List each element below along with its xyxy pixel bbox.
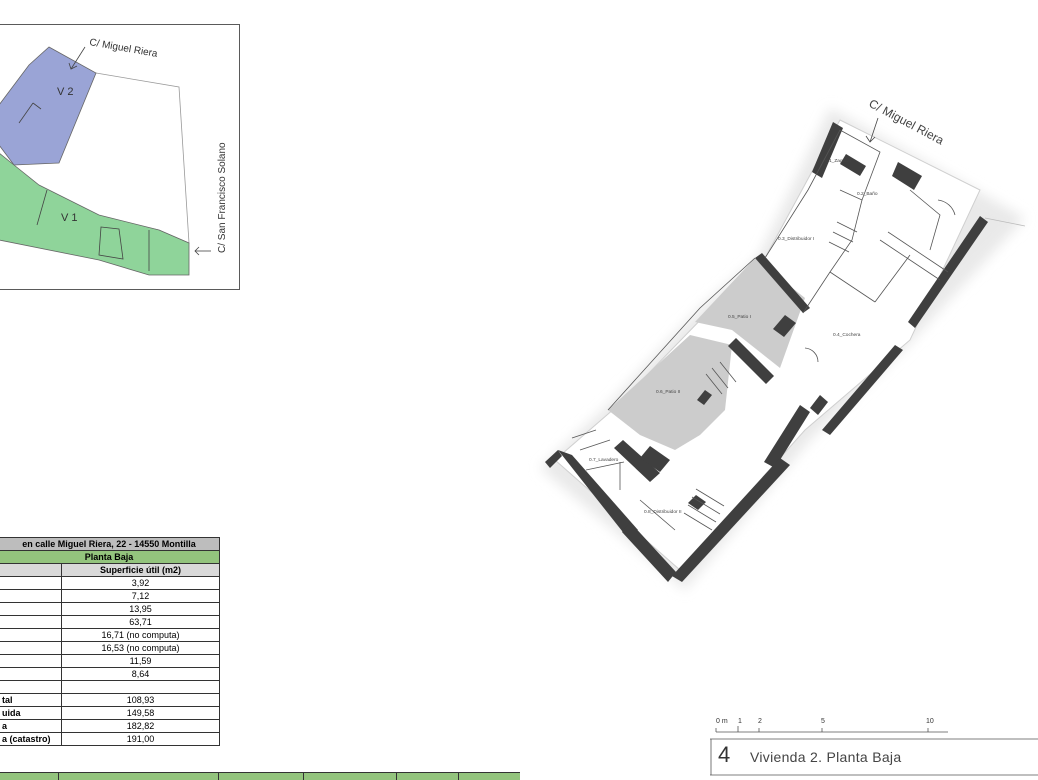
table-row: 8,64 [0,667,220,681]
table-subtitle: Planta Baja [0,550,220,564]
table-row: 11,59 [0,654,220,668]
unit-v1-label: V 1 [61,212,78,224]
room-label-lavadero: 0.7_Lavadero [589,457,619,463]
room-label-bano: 0.2_Baño [857,191,878,197]
table-row [0,680,220,694]
title-block: 4 Vivienda 2. Planta Baja [710,738,1038,776]
floor-plan-drawing: C/ Miguel Riera 0.1_Zaguán 0.2_Baño 0.3_… [540,96,1026,590]
scale-bar: 0 m 1 2 5 10 [712,718,952,738]
room-label-patio-1: 0.5_Patio I [728,314,751,320]
floor-plan: C/ Miguel Riera 0.1_Zaguán 0.2_Baño 0.3_… [500,90,1038,610]
table-row: 16,71 (no computa) [0,628,220,642]
room-label-zaguan: 0.1_Zaguán [825,158,851,164]
table-header-blank [0,563,62,577]
scale-ruler [715,726,948,733]
table-row: tal 108,93 [0,693,220,707]
area-table: en calle Miguel Riera, 22 - 14550 Montil… [0,537,220,746]
room-label-cochera: 0.4_Cochera [833,332,861,338]
room-label-distribuidor-1: 0.3_Distribuidor I [778,236,814,242]
drawing-number: 4 [718,742,731,767]
street-label-side: C/ San Francisco Solano [217,142,228,253]
table-row: a (catastro) 191,00 [0,732,220,746]
drawing-title: Vivienda 2. Planta Baja [750,749,902,765]
street-label-top: C/ Miguel Riera [88,37,158,60]
site-plan: C/ Miguel Riera C/ San Francisco Solano … [0,24,240,290]
room-label-patio-2: 0.6_Patio II [656,389,680,395]
table-row: uida 149,58 [0,706,220,720]
table-row: 3,92 [0,576,220,590]
room-label-distribuidor-2: 0.8_Distribuidor II [644,509,682,515]
site-plan-drawing: C/ Miguel Riera C/ San Francisco Solano … [0,37,228,276]
table-row: 7,12 [0,589,220,603]
table-row: 16,53 (no computa) [0,641,220,655]
table-row: 63,71 [0,615,220,629]
table-row: a 182,82 [0,719,220,733]
table-row: 13,95 [0,602,220,616]
table-column-header: Superficie útil (m2) [61,563,220,577]
unit-v2-label: V 2 [57,86,74,98]
table-title: en calle Miguel Riera, 22 - 14550 Montil… [0,537,220,551]
